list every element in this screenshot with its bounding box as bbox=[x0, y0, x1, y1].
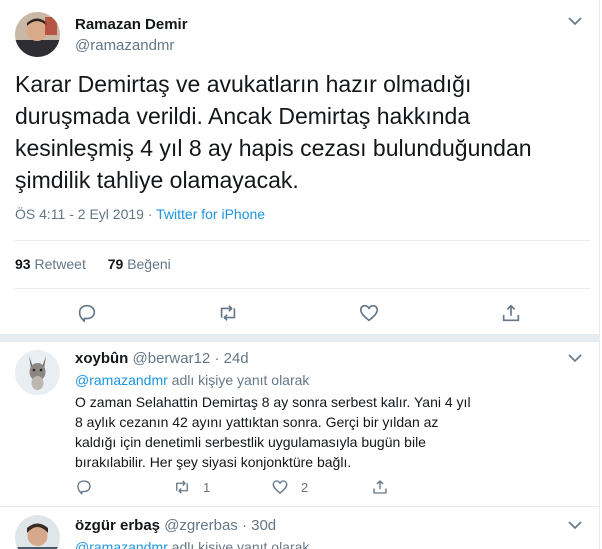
replying-to: @ramazandmr adlı kişiye yanıt olarak bbox=[75, 372, 309, 388]
share-icon[interactable] bbox=[500, 302, 522, 324]
retweet-icon bbox=[176, 480, 188, 494]
tweet-meta: ÖS 4:11 - 2 Eyl 2019 · Twitter for iPhon… bbox=[15, 206, 265, 222]
retweets-label: Retweet bbox=[34, 256, 86, 272]
reply-tweet[interactable]: özgür erbaş @zgrerbas · 30d @ramazandmr … bbox=[0, 507, 599, 549]
author-handle[interactable]: @ramazandmr bbox=[75, 37, 174, 54]
reply-author[interactable]: xoybûn @berwar12 · 24d bbox=[75, 350, 249, 367]
author-avatar[interactable] bbox=[15, 12, 60, 57]
reply-mention-link[interactable]: @ramazandmr bbox=[75, 539, 168, 549]
replying-to-label: adlı kişiye yanıt olarak bbox=[167, 539, 310, 549]
reply-actions: 1 2 bbox=[75, 478, 395, 498]
retweet-icon[interactable] bbox=[217, 302, 239, 324]
section-separator bbox=[0, 334, 599, 342]
likes-stat[interactable]: 79 Beğeni bbox=[108, 256, 171, 272]
reply-author-name: xoybûn bbox=[75, 350, 129, 367]
reply-like-button[interactable]: 2 bbox=[271, 478, 308, 496]
tweet-timestamp[interactable]: ÖS 4:11 - 2 Eyl 2019 bbox=[15, 206, 144, 222]
tweet-actions bbox=[0, 298, 599, 328]
reply-icon[interactable] bbox=[76, 302, 98, 324]
meta-separator: · bbox=[147, 206, 153, 222]
chevron-down-icon[interactable] bbox=[568, 16, 582, 26]
reply-mention-link[interactable]: @ramazandmr bbox=[75, 372, 168, 388]
heart-icon bbox=[272, 480, 288, 494]
retweets-stat[interactable]: 93 Retweet bbox=[15, 256, 86, 272]
reply-author-handle: @berwar12 · 24d bbox=[132, 350, 249, 367]
reply-text: O zaman Selahattin Demirtaş 8 ay sonra s… bbox=[75, 394, 471, 470]
chevron-down-icon[interactable] bbox=[568, 353, 582, 363]
reply-tweet[interactable]: xoybûn @berwar12 · 24d @ramazandmr adlı … bbox=[0, 342, 599, 510]
reply-like-count: 2 bbox=[301, 479, 309, 495]
tweet-source-link[interactable]: Twitter for iPhone bbox=[156, 206, 265, 222]
author-name[interactable]: Ramazan Demir bbox=[75, 16, 188, 33]
tweet-stats: 93 Retweet 79 Beğeni bbox=[15, 256, 171, 272]
replying-to: @ramazandmr adlı kişiye yanıt olarak bbox=[75, 539, 309, 549]
tweet-text: Karar Demirtaş ve avukatların hazır olma… bbox=[15, 71, 532, 193]
reply-avatar[interactable] bbox=[15, 350, 60, 395]
likes-count: 79 bbox=[107, 256, 124, 272]
reply-retweet-button[interactable]: 1 bbox=[173, 478, 210, 496]
chevron-down-icon[interactable] bbox=[568, 520, 582, 530]
reply-author-handle: @zgrerbas · 30d bbox=[164, 517, 277, 534]
heart-icon[interactable] bbox=[358, 302, 380, 324]
reply-share-button[interactable] bbox=[371, 478, 401, 496]
tweet-detail-panel: Ramazan Demir @ramazandmr Karar Demirtaş… bbox=[0, 0, 600, 549]
reply-retweet-count: 1 bbox=[203, 479, 211, 495]
reply-author[interactable]: özgür erbaş @zgrerbas · 30d bbox=[75, 517, 276, 534]
reply-avatar[interactable] bbox=[15, 515, 60, 549]
retweets-count: 93 bbox=[15, 256, 31, 272]
divider bbox=[15, 288, 590, 289]
reply-reply-button[interactable] bbox=[75, 478, 105, 496]
likes-label: Beğeni bbox=[127, 256, 171, 272]
reply-icon bbox=[77, 480, 91, 495]
share-icon bbox=[373, 480, 387, 494]
divider bbox=[15, 240, 590, 241]
reply-author-name: özgür erbaş bbox=[75, 517, 161, 534]
replying-to-label: adlı kişiye yanıt olarak bbox=[167, 372, 310, 388]
